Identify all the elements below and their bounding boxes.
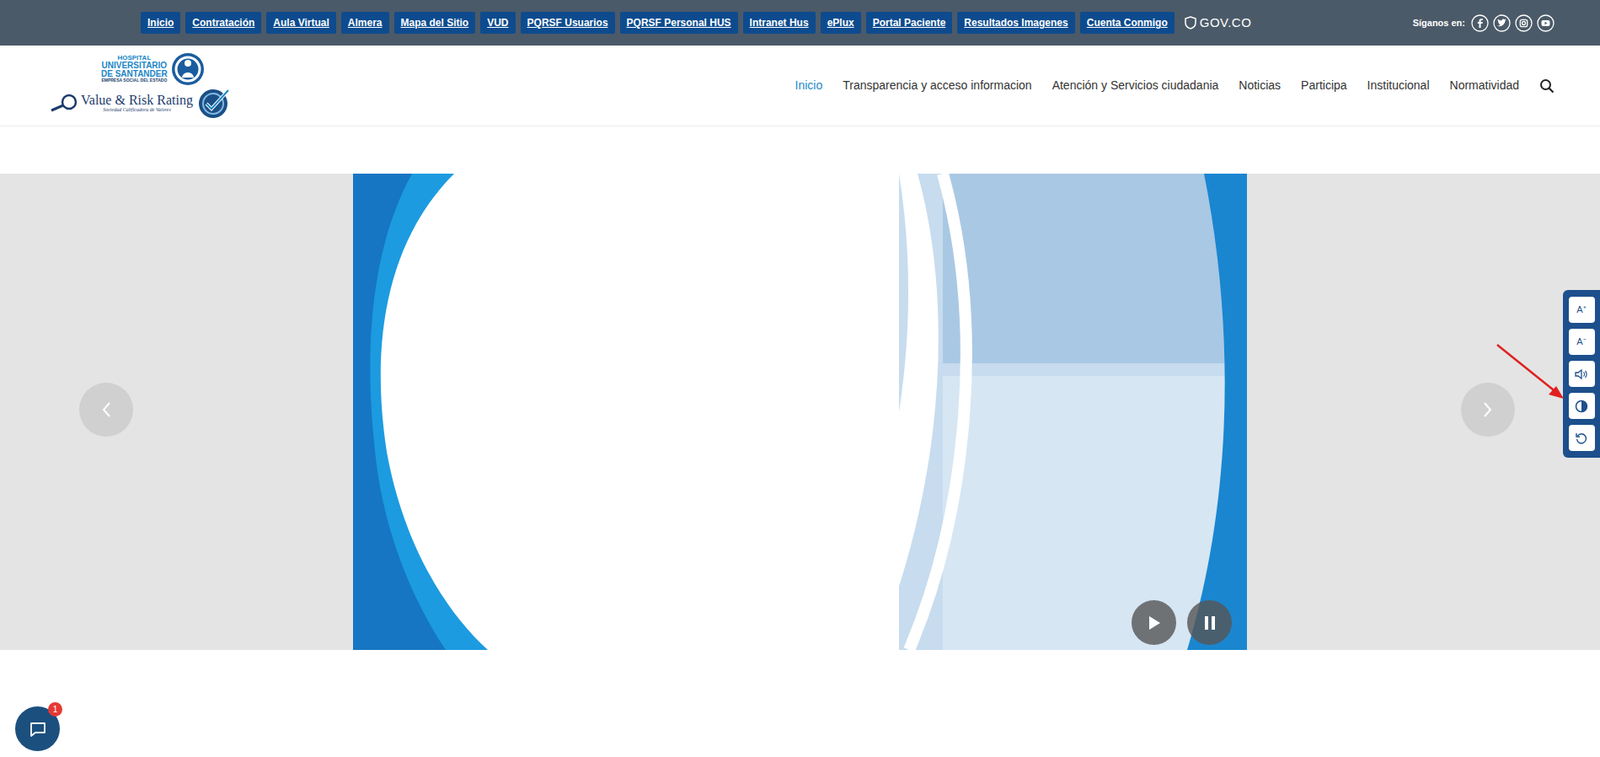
accessibility-toolbar: A⁺ A⁻ — [1562, 289, 1600, 458]
chat-icon — [28, 719, 48, 739]
top-link[interactable]: VUD — [480, 11, 515, 34]
nav-item[interactable]: Transparencia y acceso informacion — [842, 76, 1032, 95]
nav-item[interactable]: Atención y Servicios ciudadania — [1052, 76, 1220, 95]
magnifier-icon — [48, 93, 78, 113]
previous-slide-button[interactable] — [79, 382, 134, 437]
top-link[interactable]: PQRSF Personal HUS — [620, 11, 739, 34]
top-link[interactable]: Portal Paciente — [866, 11, 953, 34]
top-link[interactable]: ePlux — [820, 11, 862, 34]
top-link[interactable]: Almera — [341, 11, 390, 34]
top-link[interactable]: Intranet Hus — [743, 11, 816, 34]
shield-icon — [1184, 16, 1197, 30]
carousel — [0, 173, 1600, 650]
main-nav: Inicio Transparencia y acceso informacion… — [795, 76, 1555, 95]
annotation-arrow-icon — [0, 0, 1600, 757]
contrast-button[interactable] — [1568, 392, 1595, 419]
play-icon — [1146, 614, 1162, 632]
top-link[interactable]: Inicio — [140, 11, 181, 34]
top-link[interactable]: PQRSF Usuarios — [520, 11, 616, 34]
youtube-icon[interactable] — [1536, 14, 1555, 33]
contrast-icon — [1574, 399, 1589, 413]
next-slide-button[interactable] — [1460, 382, 1515, 437]
pause-icon — [1203, 614, 1217, 632]
nav-item[interactable]: Participa — [1300, 76, 1347, 95]
social-links: Síganos en: — [1412, 14, 1555, 33]
nav-item[interactable]: Noticias — [1238, 76, 1281, 95]
top-link[interactable]: Cuenta Conmigo — [1080, 11, 1175, 34]
rating-badge-icon — [196, 85, 234, 120]
hospital-logo-icon — [171, 52, 205, 86]
top-links: InicioContrataciónAula VirtualAlmeraMapa… — [140, 11, 1175, 34]
twitter-icon[interactable] — [1492, 14, 1511, 33]
site-logo[interactable]: HOSPITAL UNIVERSITARIO DE SANTANDER EMPR… — [48, 52, 234, 120]
speaker-icon — [1574, 368, 1589, 380]
reset-icon — [1574, 431, 1589, 445]
chevron-left-icon — [100, 400, 113, 419]
pause-button[interactable] — [1187, 599, 1232, 645]
gov-logo[interactable]: GOV.CO — [1184, 13, 1253, 33]
facebook-icon[interactable] — [1471, 14, 1489, 33]
top-link[interactable]: Resultados Imagenes — [957, 11, 1075, 34]
search-icon[interactable] — [1539, 78, 1555, 94]
banner-image[interactable] — [353, 173, 1247, 650]
nav-item[interactable]: Institucional — [1367, 76, 1430, 95]
chat-button[interactable]: 1 — [15, 706, 60, 751]
nav-item[interactable]: Inicio — [795, 76, 824, 95]
header: HOSPITAL UNIVERSITARIO DE SANTANDER EMPR… — [0, 45, 1600, 127]
instagram-icon[interactable] — [1514, 14, 1533, 33]
read-aloud-button[interactable] — [1568, 360, 1595, 387]
decrease-font-button[interactable]: A⁻ — [1568, 328, 1595, 355]
chevron-right-icon — [1482, 400, 1494, 419]
reset-button[interactable] — [1568, 424, 1595, 451]
top-link[interactable]: Mapa del Sitio — [394, 11, 477, 34]
top-bar: InicioContrataciónAula VirtualAlmeraMapa… — [0, 0, 1600, 46]
chat-badge: 1 — [48, 701, 63, 717]
top-link[interactable]: Aula Virtual — [266, 11, 336, 34]
nav-item[interactable]: Normatividad — [1450, 76, 1520, 95]
play-button[interactable] — [1131, 599, 1177, 645]
top-link[interactable]: Contratación — [185, 11, 262, 34]
increase-font-button[interactable]: A⁺ — [1568, 296, 1595, 323]
